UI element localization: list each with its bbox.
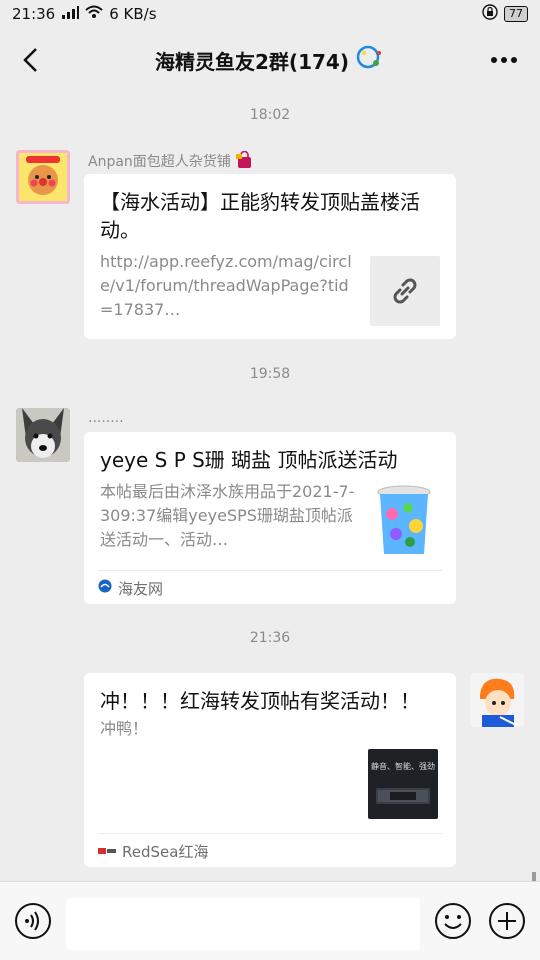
status-time: 21:36 [12,5,56,23]
avatar-anpan[interactable] [16,150,70,204]
card-title: 【海水活动】正能豹转发顶贴盖楼活动。 [100,190,420,242]
card-description: 冲鸭！ [100,719,149,738]
status-left: 21:36 6 KB/s [12,5,157,23]
haiyou-logo-icon [98,579,112,597]
emoji-button[interactable] [434,902,472,940]
source-row: RedSea红海 [98,833,442,868]
pump-product-image [376,788,430,804]
message-input[interactable] [66,898,420,950]
battery-indicator: 77 [504,6,528,22]
more-functions-button[interactable] [488,902,526,940]
sender-name: ........ [88,410,124,426]
voice-icon [15,903,51,939]
anpanman-avatar-icon [16,150,70,204]
avatar-dog[interactable] [16,408,70,462]
chat-title-text: 海精灵鱼友2群(174) [155,49,349,74]
smiley-icon [435,903,471,939]
link-thumbnail [370,256,440,326]
more-options-button[interactable] [486,42,522,78]
back-button[interactable] [12,42,48,78]
self-message-card[interactable]: 冲！！！红海转发顶帖有奖活动！！ 冲鸭！ 静音、智能、强劲 RedSea红海 [84,673,456,867]
link-message-card[interactable]: 【海水活动】正能豹转发顶贴盖楼活动。 http://app.reefyz.com… [84,174,456,339]
avatar-self[interactable] [470,673,524,727]
wifi-icon [85,5,103,23]
voice-input-button[interactable] [14,902,52,940]
back-arrow-icon [23,48,37,72]
more-dots-icon [491,57,517,63]
source-name: RedSea红海 [122,842,209,861]
signal-icon [61,5,80,23]
thumbnail-caption: 静音、智能、强劲 [371,762,435,771]
title-bar: 海精灵鱼友2群(174) [0,28,540,92]
card-description: 本帖最后由沐泽水族用品于2021-7-309:37编辑yeyeSPS珊瑚盐顶帖派… [100,482,355,549]
source-row: 海友网 [98,570,442,605]
link-icon [393,278,417,304]
status-bar: 21:36 6 KB/s 77 [0,0,540,28]
plus-icon [489,903,525,939]
chat-title: 海精灵鱼友2群(174) [155,45,385,76]
status-right: 77 [482,4,528,24]
input-bar [0,881,540,960]
redsea-logo-icon [98,842,116,860]
bucket-thumbnail [374,484,434,558]
sender-name: Anpan面包超人杂货铺 [88,150,253,171]
card-description: http://app.reefyz.com/mag/circle/v1/foru… [100,252,352,319]
network-speed: 6 KB/s [109,5,157,23]
article-message-card[interactable]: yeye S P S珊 瑚盐 顶帖派送活动 本帖最后由沐泽水族用品于2021-7… [84,432,456,604]
dog-avatar-icon [16,408,70,462]
timestamp: 21:36 [249,630,291,646]
timestamp: 19:58 [249,366,291,382]
card-title: 冲！！！红海转发顶帖有奖活动！！ [100,689,420,713]
salt-bucket-image [374,484,434,558]
shopping-bag-icon [235,150,253,170]
cartoon-boy-avatar-icon [470,673,524,727]
card-title: yeye S P S珊 瑚盐 顶帖派送活动 [100,448,398,472]
group-chat-icon [355,45,385,76]
source-name: 海友网 [118,579,164,598]
redsea-thumbnail: 静音、智能、强劲 [368,749,438,819]
timestamp: 18:02 [249,107,291,123]
lock-icon [482,4,498,24]
